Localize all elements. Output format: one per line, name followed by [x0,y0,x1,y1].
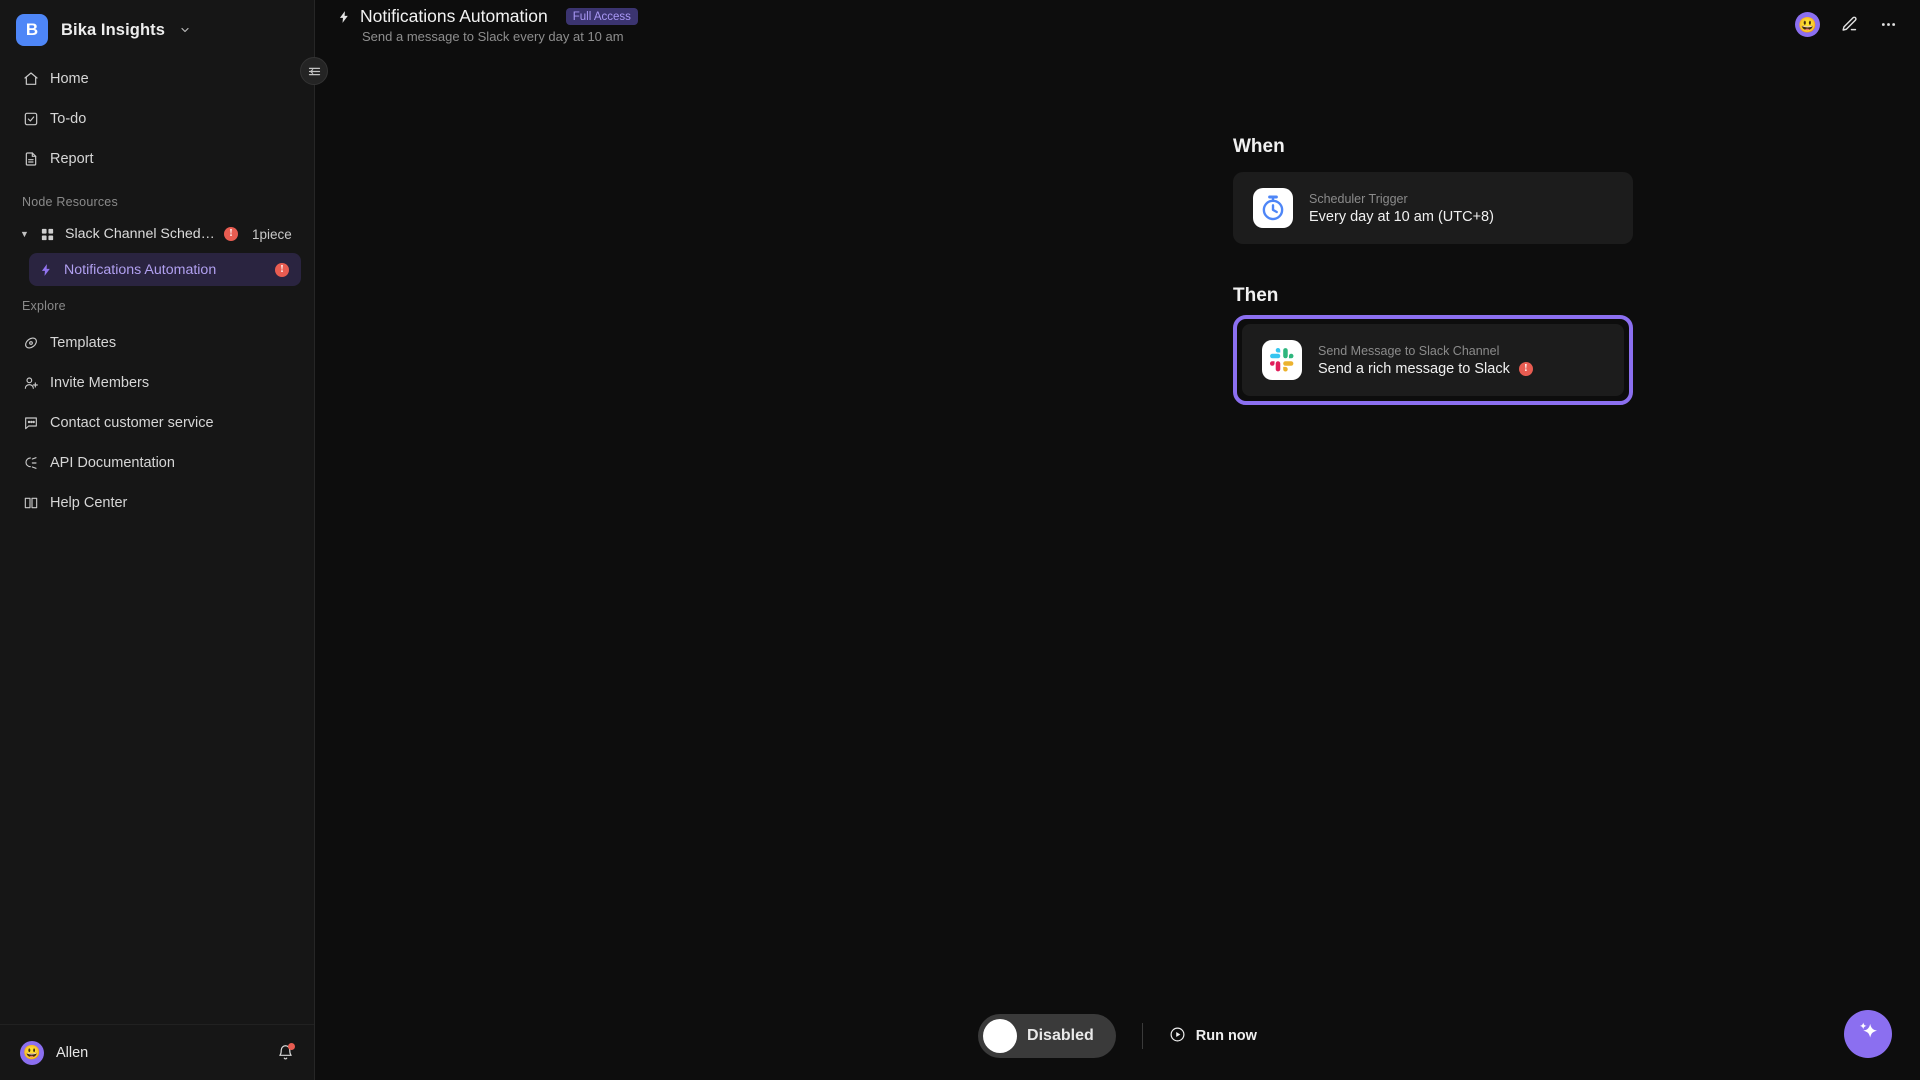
sidebar-item-help-center[interactable]: Help Center [13,486,301,520]
action-card-selection-ring: Send Message to Slack Channel Send a ric… [1233,315,1633,405]
template-icon [22,335,39,352]
section-label-explore: Explore [22,299,66,313]
trigger-card[interactable]: Scheduler Trigger Every day at 10 am (UT… [1233,172,1633,244]
user-name: Allen [56,1044,89,1061]
sidebar-item-label: Home [50,71,89,87]
tree-item-slack-channel-scheduler[interactable]: ▼ Slack Channel Schedul... ! 1piece [13,218,301,250]
warning-badge-icon: ! [1518,361,1533,376]
action-detail-row: Send a rich message to Slack ! [1318,361,1533,377]
action-detail: Send a rich message to Slack [1318,360,1510,377]
pencil-edit-icon[interactable] [1840,15,1859,34]
user-footer: 😃 Allen [0,1024,314,1080]
trigger-detail: Every day at 10 am (UTC+8) [1309,208,1494,225]
automation-canvas: When Scheduler Trigger Every day at 10 a… [315,48,1920,1080]
avatar[interactable]: 😃 [20,1040,44,1065]
book-icon [22,495,39,512]
divider [1141,1023,1143,1049]
then-label: Then [1233,285,1279,306]
toggle-knob [983,1019,1018,1053]
tree-item-label: Slack Channel Schedul... [65,226,215,242]
sidebar-item-home[interactable]: Home [13,62,301,96]
sidebar-item-label: To-do [50,111,87,127]
top-actions: 😃 [1795,6,1898,37]
grid-icon [40,226,56,242]
sidebar-item-contact-customer-service[interactable]: Contact customer service [13,406,301,440]
toggle-label: Disabled [1027,1027,1094,1044]
main-area: Notifications Automation Full Access Sen… [315,0,1920,1080]
top-bar: Notifications Automation Full Access Sen… [315,0,1920,48]
warning-badge-icon: ! [275,262,289,277]
page-title: Notifications Automation [360,6,548,26]
chevron-down-icon [179,24,191,36]
app-root: B Bika Insights Home To-do Report Node R… [0,0,1920,1080]
ai-assistant-button[interactable] [1844,1010,1892,1058]
action-card[interactable]: Send Message to Slack Channel Send a ric… [1242,324,1624,396]
run-now-label: Run now [1195,1028,1257,1044]
action-type: Send Message to Slack Channel [1318,343,1500,358]
sidebar-item-label: API Documentation [50,455,175,471]
slack-icon [1262,340,1302,380]
play-circle-icon [1169,1026,1186,1047]
lightning-icon [39,263,53,277]
run-now-button[interactable]: Run now [1169,1026,1257,1047]
page-subtitle: Send a message to Slack every day at 10 … [362,29,624,44]
workspace-name: Bika Insights [61,20,165,39]
sidebar-item-label: Templates [50,335,117,351]
avatar[interactable]: 😃 [1795,12,1820,37]
stopwatch-icon [1253,188,1293,228]
sidebar: B Bika Insights Home To-do Report Node R… [0,0,328,1080]
when-label: When [1233,136,1285,157]
workspace-logo: B [16,14,48,46]
sidebar-item-todo[interactable]: To-do [13,102,301,136]
enable-toggle[interactable]: Disabled [978,1014,1116,1058]
bottom-toolbar: Disabled Run now [315,1014,1920,1058]
bell-icon[interactable] [277,1043,295,1061]
sidebar-item-invite-members[interactable]: Invite Members [13,366,301,400]
primary-nav: Home To-do Report [0,58,314,182]
explore-nav: Templates Invite Members Contact custome… [0,322,314,526]
page-title-block: Notifications Automation Full Access Sen… [337,6,638,44]
sidebar-item-api-documentation[interactable]: API Documentation [13,446,301,480]
tree-item-count: 1piece [252,226,292,242]
trigger-type: Scheduler Trigger [1309,191,1408,206]
checkbox-icon [22,111,39,128]
sidebar-item-label: Report [50,151,94,167]
sidebar-item-report[interactable]: Report [13,142,301,176]
home-icon [22,71,39,88]
api-icon [22,455,39,472]
lightning-icon [337,10,351,24]
user-plus-icon [22,375,39,392]
automation-flow: When Scheduler Trigger Every day at 10 a… [1233,136,1633,405]
warning-badge-icon: ! [224,227,238,241]
sidebar-item-notifications-automation[interactable]: Notifications Automation ! [29,253,301,286]
notification-dot [288,1043,295,1050]
collapse-sidebar-icon[interactable] [300,57,328,85]
chat-icon [22,415,39,432]
sidebar-item-label: Notifications Automation [64,261,217,278]
status-badge: Full Access [565,8,638,25]
sidebar-item-templates[interactable]: Templates [13,326,301,360]
sidebar-item-label: Help Center [50,495,128,511]
section-label-node-resources: Node Resources [22,195,118,209]
caret-down-icon[interactable]: ▼ [18,229,31,239]
document-icon [22,151,39,168]
sparkle-ai-icon [1855,1019,1881,1050]
more-horizontal-icon[interactable] [1879,15,1898,34]
workspace-switcher[interactable]: B Bika Insights [0,0,314,58]
sidebar-item-label: Contact customer service [50,415,214,431]
sidebar-item-label: Invite Members [50,375,150,391]
